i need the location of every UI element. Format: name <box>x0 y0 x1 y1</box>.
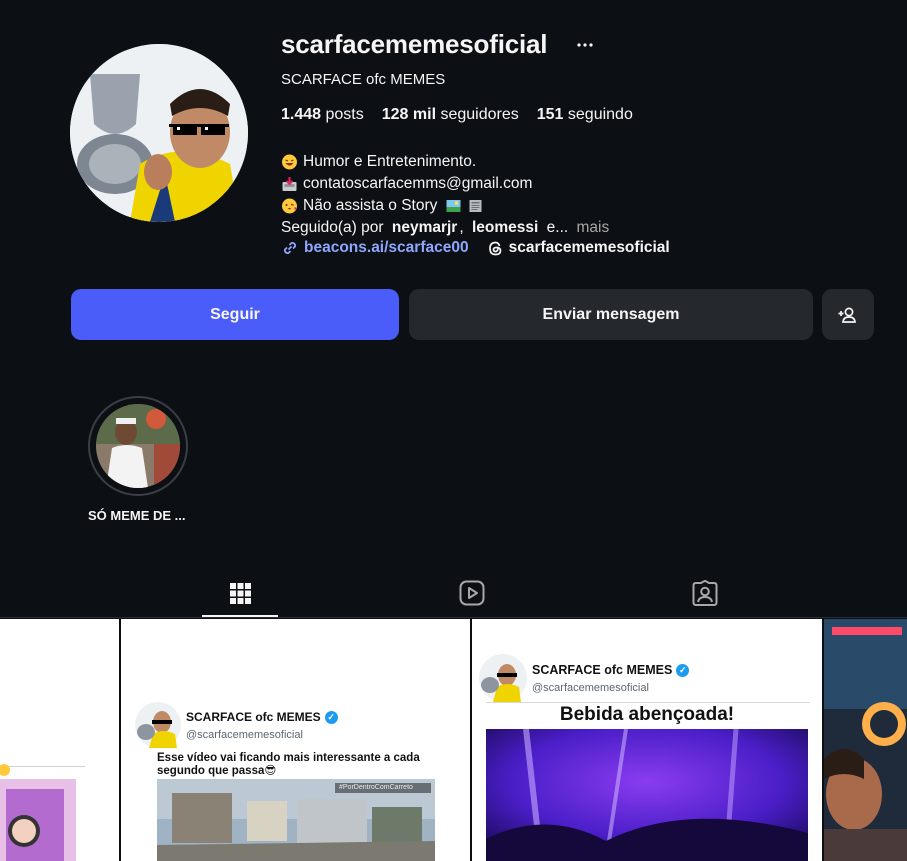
external-link[interactable]: beacons.ai/scarface00 <box>281 239 469 257</box>
tab-posts[interactable] <box>202 570 278 616</box>
profile-avatar[interactable] <box>70 44 248 222</box>
profile-full-name: SCARFACE ofc MEMES <box>281 71 446 88</box>
post-author-handle: @scarfacememesoficial <box>186 729 303 741</box>
link-icon <box>284 242 296 254</box>
highlight-cover <box>96 404 180 488</box>
post-avatar <box>479 654 527 702</box>
inbox-tray-icon <box>282 177 297 191</box>
posts-count: 1.448 posts <box>281 106 364 123</box>
following-count[interactable]: 151 seguindo <box>537 106 633 124</box>
post-avatar <box>135 702 181 748</box>
newspaper-emoji-icon <box>469 200 482 212</box>
post-video-frame <box>486 729 808 861</box>
post-thumbnail-3[interactable]: SCARFACE ofc MEMES ✓ @scarfacememesoficia… <box>472 619 822 861</box>
followers-count[interactable]: 128 mil seguidores <box>382 106 519 124</box>
story-highlight[interactable] <box>88 396 188 496</box>
followed-by[interactable]: Seguido(a) por neymarjr, leomessi e... m… <box>281 217 609 239</box>
more-options-icon[interactable] <box>577 34 593 55</box>
post-thumbnail-1[interactable] <box>0 619 119 861</box>
grid-icon <box>230 583 251 604</box>
profile-username: scarfacememesoficial <box>281 29 548 59</box>
laughing-emoji-icon <box>282 154 297 170</box>
follow-button[interactable]: Seguir <box>71 289 399 340</box>
tagged-icon <box>692 580 718 606</box>
highlight-label: SÓ MEME DE ... <box>88 508 186 523</box>
post-author-handle: @scarfacememesoficial <box>532 682 649 694</box>
post-caption: Bebida abençoada! <box>559 704 735 725</box>
active-tab-indicator <box>202 615 278 617</box>
bio-line-story: Não assista o Story <box>281 195 609 217</box>
reels-icon <box>459 580 485 606</box>
post-thumbnail-4[interactable] <box>824 619 907 861</box>
profile-stats: 1.448 posts 128 mil seguidores 151 segui… <box>281 106 633 124</box>
suggest-users-button[interactable] <box>822 289 874 340</box>
more-link[interactable]: mais <box>577 217 610 239</box>
send-message-button[interactable]: Enviar mensagem <box>409 289 813 340</box>
post-author-name: SCARFACE ofc MEMES ✓ <box>186 710 338 725</box>
tab-tagged[interactable] <box>667 570 743 616</box>
profile-links: beacons.ai/scarface00 scarfacememesofici… <box>281 239 670 257</box>
tab-reels[interactable] <box>434 570 510 616</box>
post-video-frame: #PorDentroComCarreto <box>157 779 435 861</box>
threads-link[interactable]: scarfacememesoficial <box>487 239 670 257</box>
profile-bio: Humor e Entretenimento. contatoscarfacem… <box>281 151 609 239</box>
post-author-name: SCARFACE ofc MEMES ✓ <box>532 663 690 678</box>
kiss-emoji-icon <box>282 198 297 214</box>
bio-line-email: contatoscarfacemms@gmail.com <box>281 173 609 195</box>
post-text: Esse vídeo vai ficando mais interessante… <box>157 752 420 777</box>
threads-icon <box>488 241 501 255</box>
post-divider <box>486 702 810 703</box>
verified-badge-icon: ✓ <box>324 711 338 725</box>
tabs-divider <box>0 617 907 618</box>
picture-emoji-icon <box>446 200 461 212</box>
verified-badge-icon: ✓ <box>676 664 690 678</box>
video-watermark: #PorDentroComCarreto <box>339 784 413 791</box>
post-thumbnail-2[interactable]: SCARFACE ofc MEMES ✓ @scarfacememesoficia… <box>121 619 470 861</box>
bio-line-humor: Humor e Entretenimento. <box>281 151 609 173</box>
add-person-icon <box>838 307 856 323</box>
